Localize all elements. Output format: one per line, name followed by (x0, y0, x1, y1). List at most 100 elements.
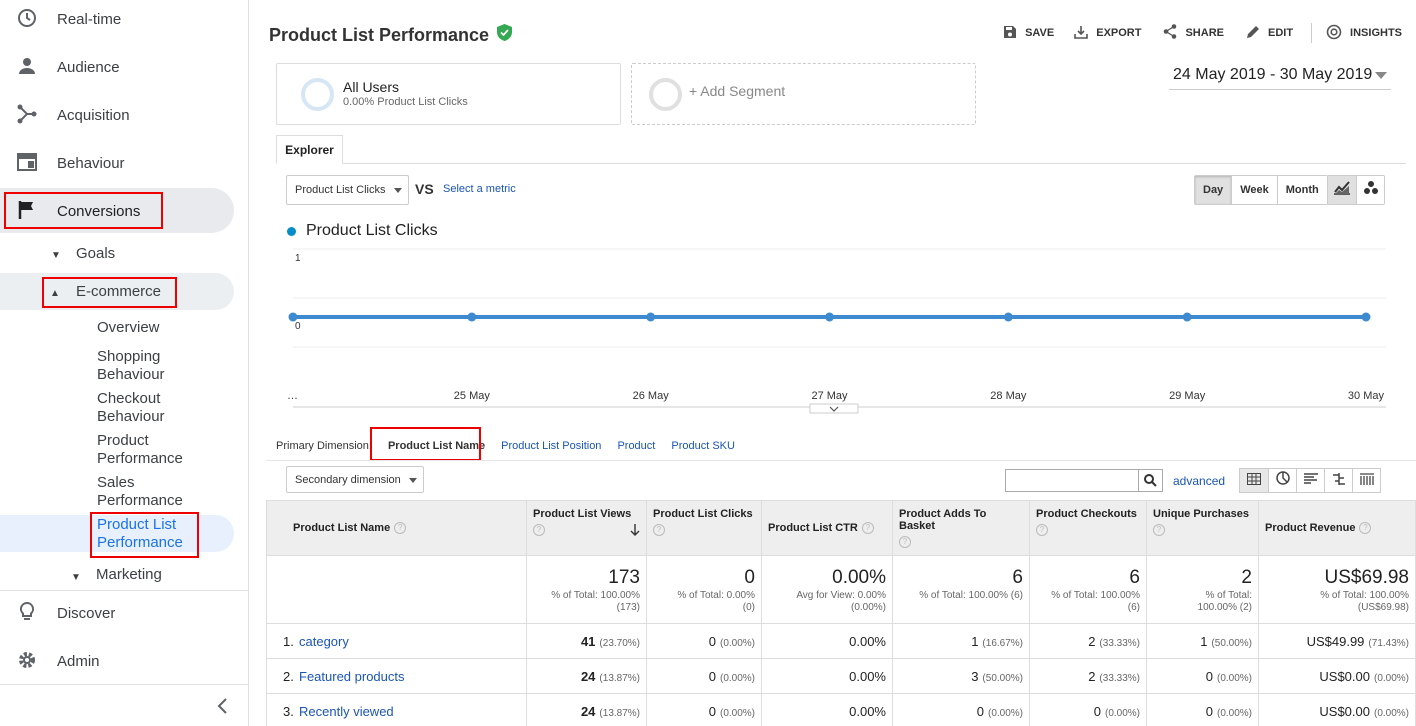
table-row: 3. Recently viewed 24 (13.87%) 0 (0.00%) 0.… (266, 693, 1416, 726)
motion-chart-button[interactable] (1356, 176, 1384, 204)
data-point (288, 312, 298, 322)
x-tick-label: 30 May (1348, 390, 1385, 402)
col-header-purchases[interactable]: Unique Purchases? (1146, 500, 1259, 556)
add-segment-button[interactable]: + Add Segment (631, 63, 976, 125)
main-content: Product List Performance SAVE EXPORT SHA… (249, 0, 1416, 726)
col-header-name[interactable]: Product List Name? (266, 500, 527, 556)
help-icon[interactable]: ? (394, 522, 407, 535)
nav-label: Discover (57, 604, 116, 622)
help-icon[interactable]: ? (861, 522, 874, 535)
metric-select[interactable]: Product List Clicks (286, 175, 409, 205)
chart-legend: Product List Clicks (287, 222, 438, 240)
dimension-product-list-name[interactable]: Product List Name (388, 440, 485, 452)
total-sub: (0) (742, 602, 755, 613)
save-button[interactable]: SAVE (1003, 25, 1054, 42)
period-month-button[interactable]: Month (1276, 176, 1327, 204)
date-range-text: 24 May 2019 - 30 May 2019 (1173, 66, 1373, 83)
dimension-product-list-position[interactable]: Product List Position (501, 440, 601, 452)
advanced-filter-link[interactable]: advanced (1173, 474, 1225, 488)
cell-pct: (50.00%) (982, 672, 1023, 684)
grid-view-button[interactable] (1240, 469, 1268, 492)
nav-behaviour[interactable]: Behaviour (0, 139, 249, 187)
share-button[interactable]: SHARE (1163, 24, 1224, 42)
select-metric-link[interactable]: Select a metric (443, 183, 516, 195)
tab-explorer[interactable]: Explorer (276, 135, 343, 164)
metric-select-value: Product List Clicks (295, 184, 386, 196)
period-toggle: Day Week Month (1194, 175, 1328, 205)
cell-value: 1 (971, 633, 979, 649)
collapse-sidebar-icon[interactable] (216, 697, 232, 715)
data-point (1182, 312, 1192, 322)
export-button[interactable]: EXPORT (1074, 25, 1141, 42)
col-header-checkouts[interactable]: Product Checkouts? (1029, 500, 1147, 556)
lightbulb-icon (16, 601, 38, 623)
list-name-link[interactable]: Recently viewed (299, 704, 394, 719)
dimension-product[interactable]: Product (617, 440, 655, 452)
help-icon[interactable]: ? (1359, 522, 1372, 535)
totals-row: 173% of Total: 100.00% (173) 0% of Total:… (266, 555, 1416, 624)
nav-admin[interactable]: Admin (0, 637, 249, 685)
help-icon[interactable]: ? (653, 524, 665, 536)
pivot-view-button[interactable] (1352, 469, 1380, 492)
nav-discover[interactable]: Discover (0, 589, 249, 637)
line-chart-button[interactable] (1328, 176, 1356, 204)
col-header-label: Product List CTR (768, 521, 858, 534)
segment-all-users[interactable]: All Users 0.00% Product List Clicks (276, 63, 621, 125)
help-icon[interactable]: ? (1036, 524, 1048, 536)
save-icon (1003, 25, 1017, 42)
cell-clicks: 0 (0.00%) (646, 623, 762, 659)
edit-button[interactable]: EDIT (1246, 25, 1293, 42)
cell-pct: (23.70%) (599, 637, 640, 649)
list-name-link[interactable]: category (299, 634, 349, 649)
insights-button[interactable]: INSIGHTS (1326, 24, 1402, 43)
nav-acquisition[interactable]: Acquisition (0, 91, 249, 139)
col-header-revenue[interactable]: Product Revenue? (1258, 500, 1416, 556)
cell-views: 41 (23.70%) (526, 623, 647, 659)
cell-purchases: 1 (50.00%) (1146, 623, 1259, 659)
cell-value: 41 (580, 633, 596, 649)
period-week-button[interactable]: Week (1231, 176, 1277, 204)
help-icon[interactable]: ? (1153, 524, 1165, 536)
total-sub: 100.00% (2) (1197, 602, 1252, 613)
col-header-clicks[interactable]: Product List Clicks? (646, 500, 762, 556)
dimension-product-sku[interactable]: Product SKU (671, 440, 735, 452)
flag-icon (16, 199, 38, 221)
cell-checkouts: 2 (33.33%) (1029, 658, 1147, 694)
totals-cell: 0 % of Total: 0.00% (0) (646, 555, 762, 624)
divider (0, 684, 249, 685)
cell-value: 0 (1205, 703, 1213, 719)
list-name-link[interactable]: Featured products (299, 669, 405, 684)
help-icon[interactable]: ? (899, 536, 911, 548)
total-sub: % of Total: 100.00% (1320, 590, 1409, 601)
cell-adds: 3 (50.00%) (892, 658, 1030, 694)
comparison-view-button[interactable] (1324, 469, 1352, 492)
x-tick-label: 26 May (633, 390, 670, 402)
ecom-label: Checkout (97, 390, 161, 407)
page-title: Product List Performance (269, 24, 513, 46)
search-icon[interactable] (1138, 470, 1162, 491)
col-header-ctr[interactable]: Product List CTR? (761, 500, 893, 556)
cell-value: 0 (708, 633, 716, 649)
period-day-button[interactable]: Day (1195, 176, 1232, 204)
ecom-label: Product List (97, 516, 177, 533)
cell-purchases: 0 (0.00%) (1146, 658, 1259, 694)
cell-name: 3. Recently viewed (266, 693, 527, 726)
performance-view-button[interactable] (1296, 469, 1324, 492)
total-value: 0.00% (832, 567, 886, 588)
nav-conversions[interactable]: Conversions (0, 187, 249, 235)
date-range-picker[interactable]: 24 May 2019 - 30 May 2019 (1169, 66, 1391, 90)
nav-audience[interactable]: Audience (0, 43, 249, 91)
table-search-input[interactable] (1005, 469, 1163, 492)
total-sub: Avg for View: 0.00% (796, 590, 886, 601)
cell-pct: (13.87%) (599, 672, 640, 684)
nav-realtime[interactable]: Real-time (0, 0, 249, 43)
segment-ring-icon (301, 78, 334, 111)
secondary-dimension-select[interactable]: Secondary dimension (286, 466, 424, 493)
data-point (825, 312, 834, 322)
col-header-adds[interactable]: Product Adds To Basket? (892, 500, 1030, 556)
data-point (1361, 312, 1371, 322)
col-header-views[interactable]: Product List Views? (526, 500, 647, 556)
pie-view-button[interactable] (1268, 469, 1296, 492)
ecom-label: Behaviour (97, 408, 165, 425)
help-icon[interactable]: ? (533, 524, 545, 536)
